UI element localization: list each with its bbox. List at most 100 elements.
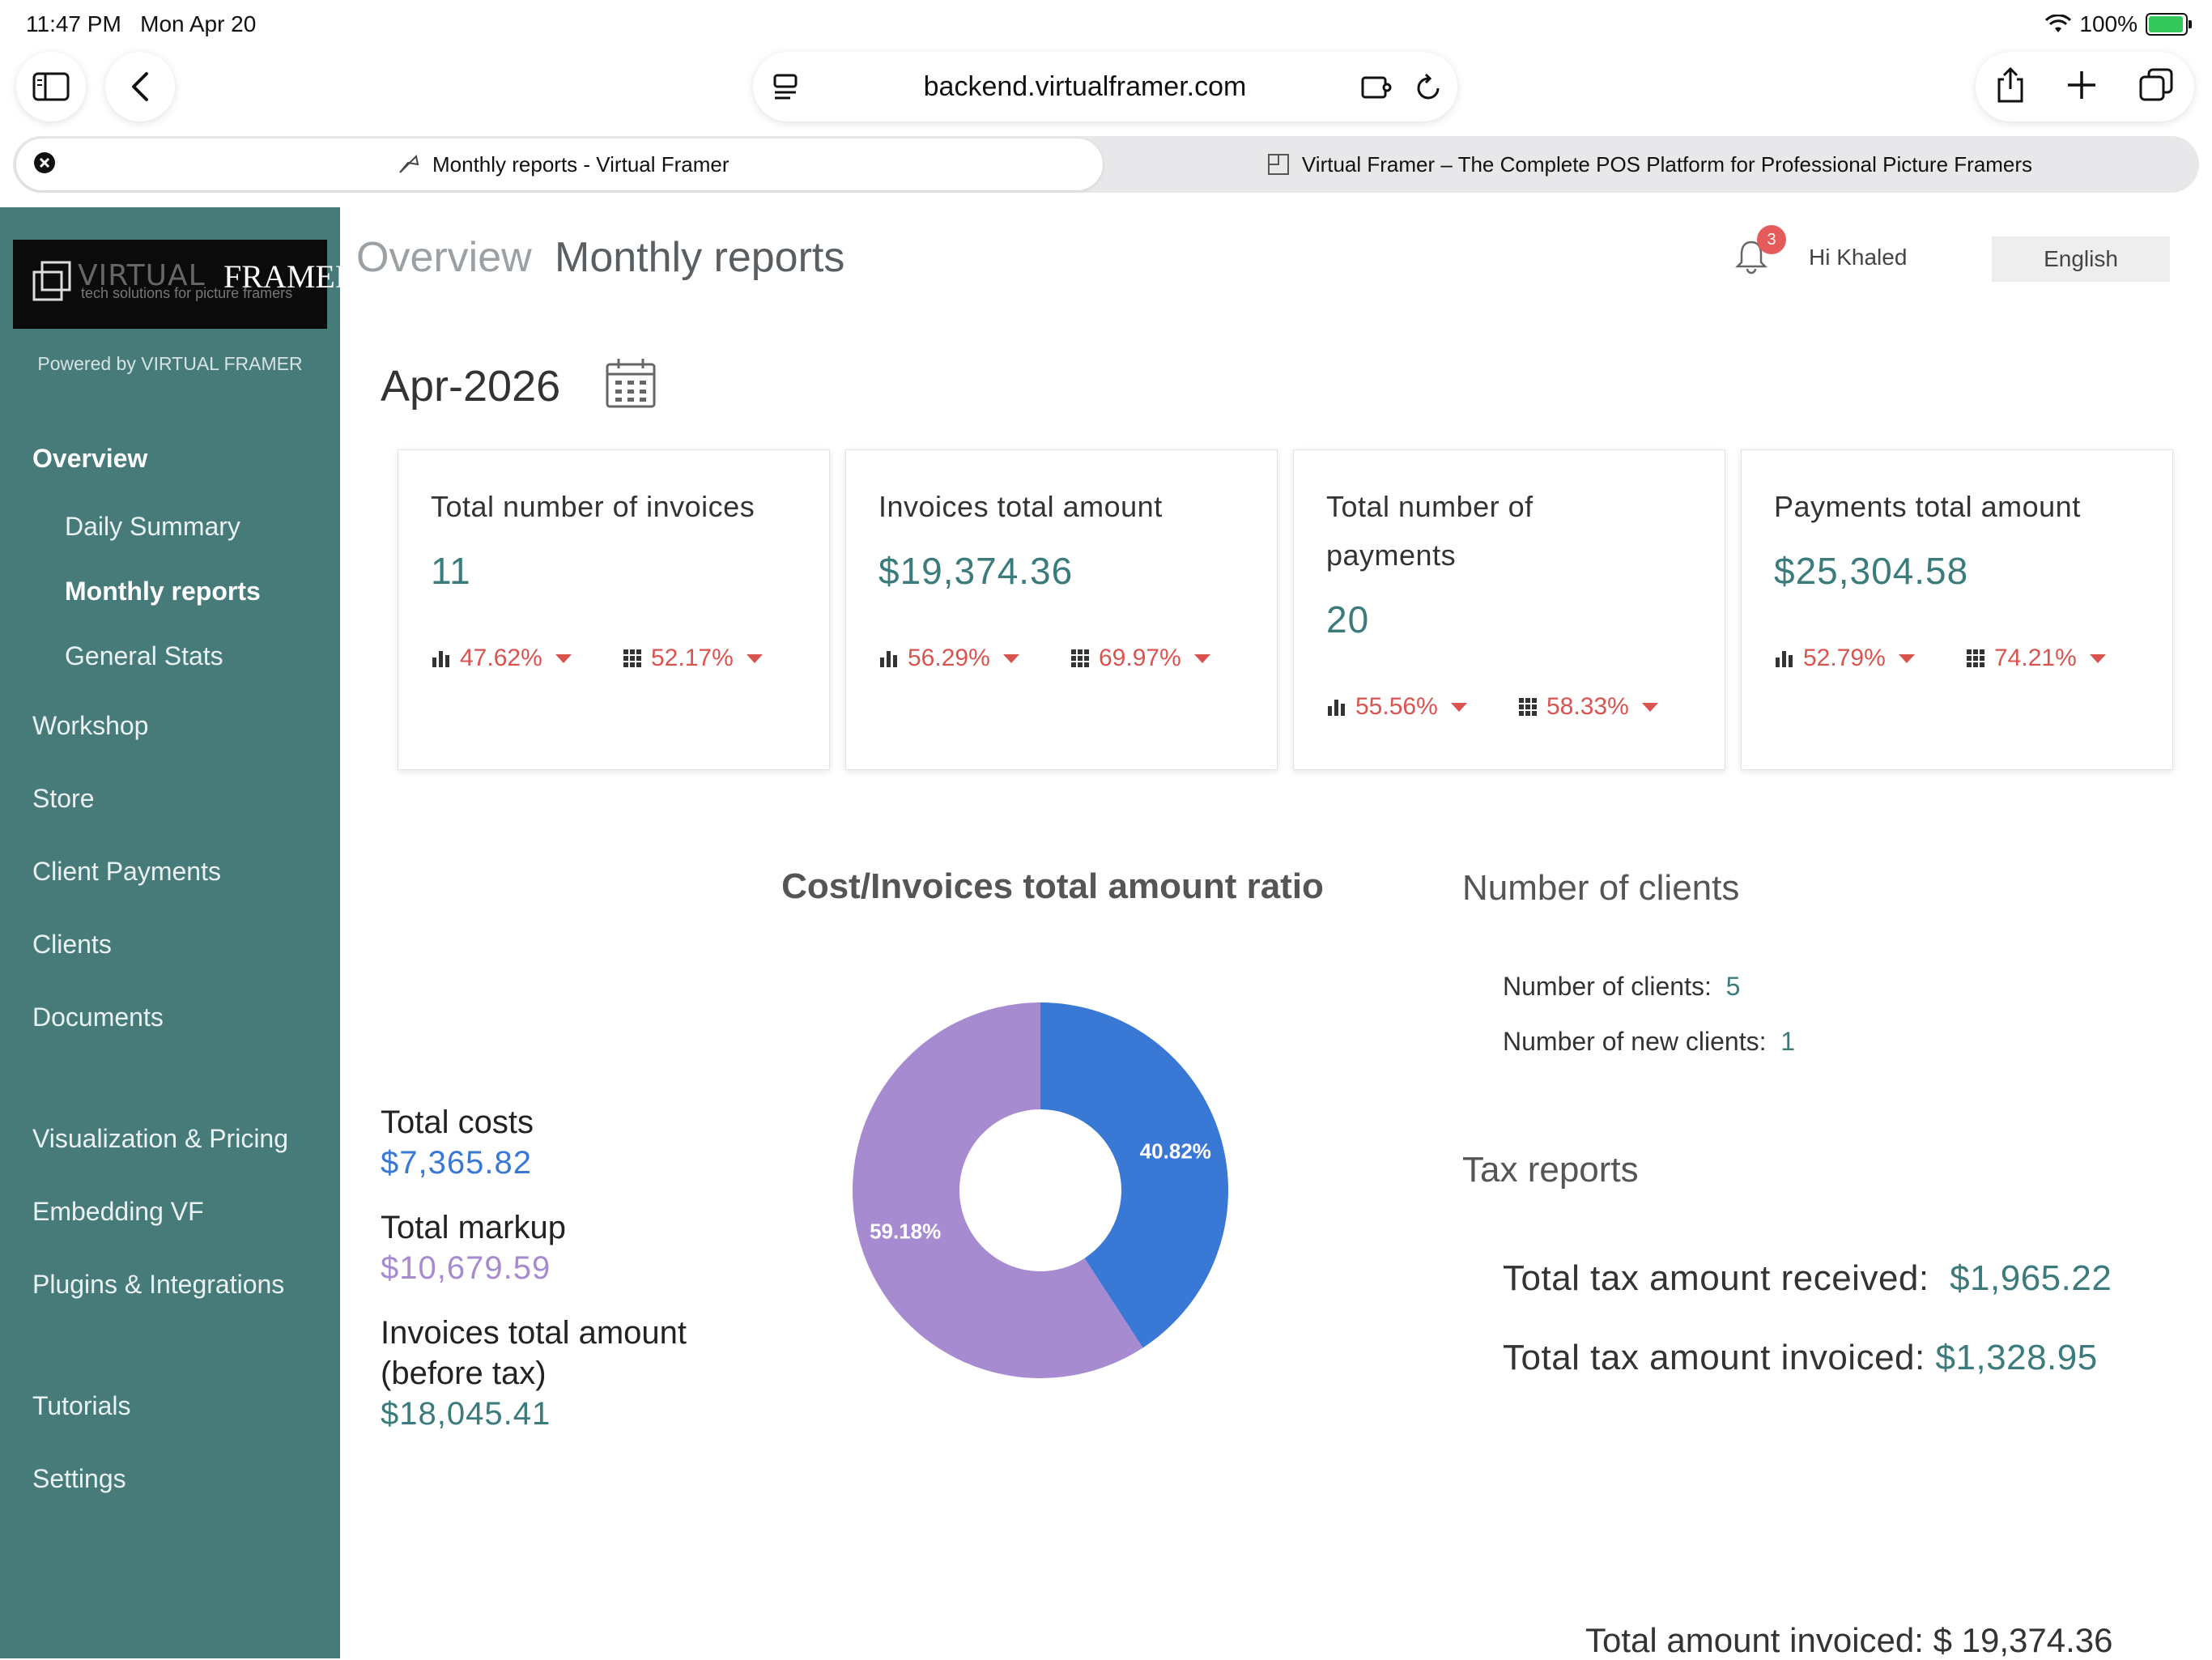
chart-title: Cost/Invoices total amount ratio: [781, 866, 1324, 906]
caret-down-icon: [1002, 653, 1019, 663]
tab-title: Virtual Framer – The Complete POS Platfo…: [1301, 151, 2033, 177]
sidebar-item-workshop[interactable]: Workshop: [32, 711, 148, 741]
caret-down-icon: [1898, 653, 1915, 663]
grid-icon: [1071, 649, 1089, 667]
caret-down-icon: [1450, 702, 1467, 712]
extensions-button[interactable]: [1352, 74, 1401, 100]
sidebar-item-clients[interactable]: Clients: [32, 930, 112, 960]
total-markup-value: $10,679.59: [381, 1250, 551, 1286]
language-selector[interactable]: English: [1992, 236, 2170, 282]
new-clients-value: 1: [1780, 1027, 1796, 1056]
sidebar-item-general-stats[interactable]: General Stats: [65, 641, 223, 671]
caret-down-icon: [555, 653, 572, 663]
sidebar-item-plugins-integrations[interactable]: Plugins & Integrations: [32, 1270, 284, 1300]
tabs-icon: [2139, 68, 2173, 100]
kpi-card-payment-count: Total number of payments 20 55.56% 58.33…: [1293, 449, 1725, 770]
page-title: Monthly reports: [555, 234, 845, 281]
donut-slice-label: 59.18%: [870, 1219, 941, 1243]
share-button[interactable]: [1996, 66, 2025, 108]
stat-year-change: 52.17%: [651, 645, 734, 671]
battery-percent: 100%: [2079, 11, 2138, 36]
card-value: $19,374.36: [878, 550, 1074, 592]
reload-icon: [1417, 73, 1440, 100]
cost-ratio-donut-chart: 40.82% 59.18%: [853, 1002, 1228, 1378]
sidebar-icon: [32, 72, 70, 101]
toolbar-actions: [1976, 52, 2194, 121]
grid-icon: [1519, 698, 1537, 716]
kpi-card-invoice-count: Total number of invoices 11 47.62% 52.17…: [398, 449, 830, 770]
close-tab-button[interactable]: [32, 151, 57, 179]
logo-mark-icon: [32, 261, 71, 301]
wifi-icon: [2045, 15, 2072, 32]
page-icon: [1267, 154, 1289, 175]
report-period: Apr-2026: [381, 362, 561, 411]
sidebar-toggle-button[interactable]: [16, 52, 86, 121]
notification-badge: 3: [1757, 225, 1786, 254]
new-clients-row: Number of new clients: 1: [1503, 1027, 1795, 1057]
favicon-icon: [399, 154, 419, 173]
new-clients-label: Number of new clients:: [1503, 1027, 1767, 1056]
address-bar[interactable]: backend.virtualframer.com: [753, 52, 1457, 121]
url-text: backend.virtualframer.com: [923, 70, 1247, 102]
plus-icon: [2068, 70, 2095, 99]
caret-down-icon: [2089, 653, 2106, 663]
kpi-card-invoices-amount: Invoices total amount $19,374.36 56.29% …: [845, 449, 1278, 770]
total-costs-value: $7,365.82: [381, 1145, 532, 1181]
sidebar-item-tutorials[interactable]: Tutorials: [32, 1391, 131, 1421]
extension-icon: [1361, 76, 1392, 99]
share-icon: [1997, 66, 2023, 102]
clients-count-label: Number of clients:: [1503, 972, 1712, 1001]
tab-title: Monthly reports - Virtual Framer: [432, 151, 730, 177]
user-greeting[interactable]: Hi Khaled: [1809, 245, 1907, 270]
card-title: Total number of payments: [1326, 490, 1534, 572]
sidebar-item-monthly-reports[interactable]: Monthly reports: [65, 577, 261, 607]
clients-section-title: Number of clients: [1462, 868, 1740, 908]
sidebar-item-documents[interactable]: Documents: [32, 1002, 164, 1032]
tax-invoiced-row: Total tax amount invoiced: $1,328.95: [1503, 1338, 2098, 1378]
sidebar-item-store[interactable]: Store: [32, 784, 94, 814]
sidebar-item-overview[interactable]: Overview: [32, 444, 147, 474]
new-tab-button[interactable]: [2065, 69, 2098, 105]
stat-month-change: 52.79%: [1803, 645, 1886, 671]
tab-virtual-framer[interactable]: Virtual Framer – The Complete POS Platfo…: [1103, 138, 2196, 190]
stat-month-change: 47.62%: [460, 645, 542, 671]
sidebar-item-embedding-vf[interactable]: Embedding VF: [32, 1197, 204, 1227]
stat-month-change: 56.29%: [908, 645, 990, 671]
tab-monthly-reports[interactable]: Monthly reports - Virtual Framer: [16, 138, 1103, 190]
grid-icon: [623, 649, 641, 667]
kpi-card-payments-amount: Payments total amount $25,304.58 52.79% …: [1741, 449, 2173, 770]
card-title: Payments total amount: [1774, 490, 2081, 523]
tax-received-row: Total tax amount received: $1,965.22: [1503, 1258, 2112, 1299]
donut-slice-label: 40.82%: [1140, 1139, 1211, 1164]
tax-invoiced-value: $1,328.95: [1935, 1338, 2098, 1377]
back-button[interactable]: [105, 52, 175, 121]
bar-chart-icon: [432, 651, 449, 667]
breadcrumb-overview[interactable]: Overview: [356, 233, 532, 282]
caret-down-icon: [746, 653, 763, 663]
status-time: 11:47 PM Mon Apr 20: [26, 11, 257, 36]
sidebar-item-daily-summary[interactable]: Daily Summary: [65, 512, 240, 542]
grid-icon: [1967, 649, 1984, 667]
bar-chart-icon: [1328, 700, 1345, 716]
card-value: 11: [431, 550, 471, 592]
chevron-left-icon: [132, 72, 148, 101]
tab-overview-button[interactable]: [2138, 67, 2174, 107]
battery-icon: [2146, 13, 2192, 36]
sidebar-item-settings[interactable]: Settings: [32, 1464, 126, 1494]
total-markup-label: Total markup: [381, 1210, 566, 1245]
card-value: $25,304.58: [1774, 550, 1969, 592]
powered-by: Powered by VIRTUAL FRAMER: [37, 353, 303, 374]
sidebar-item-client-payments[interactable]: Client Payments: [32, 857, 221, 887]
invoices-before-tax-value: $18,045.41: [381, 1396, 551, 1432]
tax-invoiced-label: Total tax amount invoiced:: [1503, 1338, 1925, 1377]
close-icon: [34, 151, 55, 173]
stat-year-change: 69.97%: [1099, 645, 1181, 671]
calendar-icon[interactable]: [604, 356, 657, 410]
sidebar-item-visualization-pricing[interactable]: Visualization & Pricing: [32, 1124, 288, 1154]
invoices-before-tax-label-suffix: (before tax): [381, 1356, 547, 1391]
card-value: 20: [1326, 598, 1370, 641]
reload-button[interactable]: [1401, 72, 1457, 101]
card-title: Invoices total amount: [878, 490, 1163, 523]
page-menu-button[interactable]: [753, 73, 818, 100]
stat-month-change: 55.56%: [1355, 693, 1438, 720]
